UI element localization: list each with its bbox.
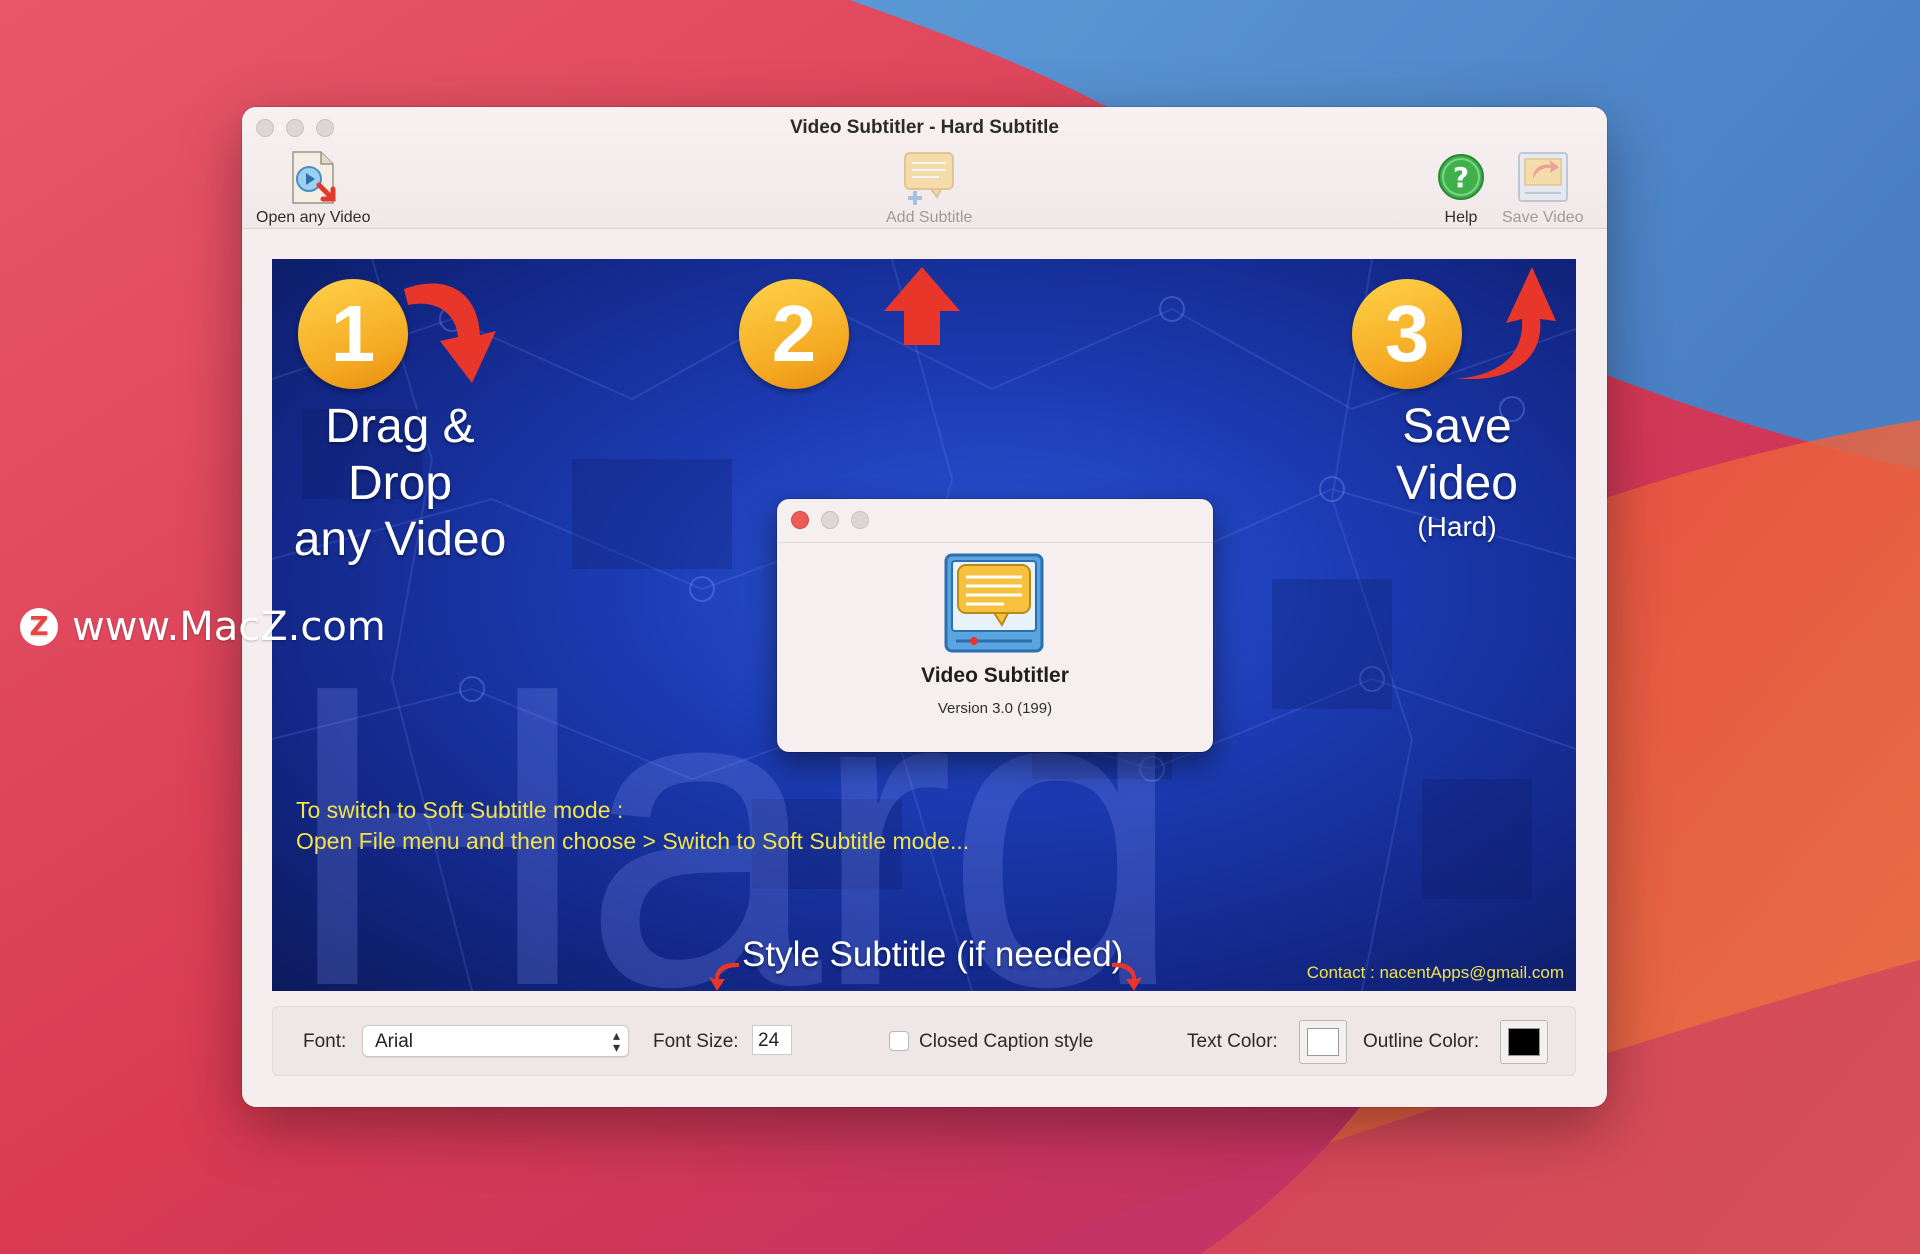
about-zoom-button [851,511,869,529]
about-minimize-button [821,511,839,529]
watermark: Z www.MacZ.com [20,604,386,650]
app-icon [944,553,1044,653]
help-button[interactable]: ? Help [1433,149,1489,227]
help-label: Help [1444,209,1478,226]
font-size-input[interactable]: 24 [752,1025,792,1055]
step-3-badge: 3 [1352,279,1462,389]
about-version: Version 3.0 (199) [937,700,1053,717]
help-icon: ? [1438,154,1484,200]
step-1-line-2: any Video [293,513,507,567]
step-1-badge: 1 [298,279,408,389]
step-3-line-3: (Hard) [1417,511,1497,543]
window-title: Video Subtitler - Hard Subtitle [790,117,1059,138]
outline-color-well[interactable] [1500,1020,1548,1064]
open-video-label: Open any Video [256,209,371,226]
chevron-up-down-icon: ▴ ▾ [612,1027,620,1055]
font-select[interactable]: Arial ▴ ▾ [362,1025,629,1057]
watermark-logo-icon: Z [20,608,58,646]
watermark-text: www.MacZ.com [72,604,386,650]
step-1-arrow-icon [404,283,496,383]
add-subtitle-icon [904,152,955,205]
save-video-icon [1517,152,1568,202]
step-3-arrow-icon [1456,267,1556,379]
outline-color-label: Outline Color: [1363,1031,1480,1052]
subtitle-style-controls: Font: Arial ▴ ▾ Font Size: 24 Closed Capt… [272,1006,1576,1076]
title-bar: Video Subtitler - Hard Subtitle Open any… [242,107,1607,229]
style-left-arrow-icon [709,962,739,991]
step-1-text: Drag & Drop any Video [290,399,510,569]
closed-caption-label: Closed Caption style [919,1031,1094,1052]
style-subtitle-text: Style Subtitle (if needed) [742,935,1124,974]
about-dialog: Video Subtitler Version 3.0 (199) [777,499,1213,752]
closed-caption-checkbox[interactable] [889,1031,909,1051]
soft-mode-note-line-2: Open File menu and then choose > Switch … [296,828,970,854]
step-1-line-1: Drag & Drop [325,400,475,510]
step-3-text: Save Video (Hard) [1357,399,1557,542]
save-video-label: Save Video [1502,209,1584,226]
font-label: Font: [303,1031,347,1052]
style-right-arrow-icon [1112,962,1142,991]
step-3-line-2: Video [1396,456,1518,510]
about-app-name: Video Subtitler [921,664,1069,687]
step-2-arrow-icon [884,267,960,345]
font-select-value: Arial [375,1031,414,1052]
step-2-badge: 2 [739,279,849,389]
soft-mode-note: To switch to Soft Subtitle mode : Open F… [296,795,969,857]
add-subtitle-button[interactable]: Add Subtitle [886,149,972,227]
text-color-label: Text Color: [1187,1031,1278,1052]
open-video-button[interactable]: Open any Video [256,149,370,227]
about-close-button[interactable] [791,511,809,529]
about-window-controls [791,511,869,529]
open-video-icon [292,151,336,204]
video-drop-area[interactable]: Hard 1 Drag & Drop any Video 2 3 Save Vi… [272,259,1576,991]
step-3-line-1: Save [1402,400,1512,453]
about-title-bar [777,499,1213,543]
main-window: Video Subtitler - Hard Subtitle Open any… [242,107,1607,1107]
outline-color-swatch [1508,1028,1540,1056]
svg-text:?: ? [1453,161,1469,194]
text-color-swatch [1307,1028,1339,1056]
soft-mode-note-line-1: To switch to Soft Subtitle mode : [296,797,624,823]
text-color-well[interactable] [1299,1020,1347,1064]
add-subtitle-label: Add Subtitle [886,209,973,226]
contact-email: Contact : nacentApps@gmail.com [1306,963,1564,982]
font-size-label: Font Size: [653,1031,739,1052]
save-video-button[interactable]: Save Video [1502,149,1584,227]
